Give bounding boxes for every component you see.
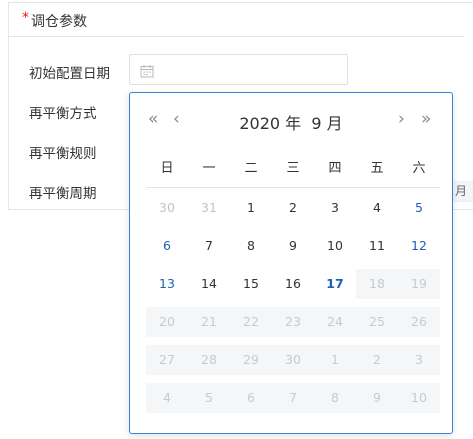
day-cell[interactable]: 14	[188, 269, 230, 299]
section-header: * 调仓参数	[8, 0, 464, 37]
day-cell: 25	[356, 307, 398, 337]
day-cell[interactable]: 5	[398, 193, 440, 223]
week-row: 6 7 8 9 10 11 12	[146, 229, 440, 267]
day-cell: 7	[272, 383, 314, 413]
weekday-mon: 一	[202, 161, 216, 176]
week-row: 13 14 15 16 17 18 19	[146, 267, 440, 305]
week-row: 20 21 22 23 24 25 26	[146, 305, 440, 343]
day-cell[interactable]: 10	[314, 231, 356, 261]
day-cell: 20	[146, 307, 188, 337]
day-cell: 28	[188, 345, 230, 375]
weekday-header-row: 日 一 二 三 四 五 六	[146, 158, 440, 188]
day-cell: 9	[356, 383, 398, 413]
weekday-sat: 六	[412, 161, 426, 176]
section-title: 调仓参数	[31, 14, 87, 30]
day-cell: 29	[230, 345, 272, 375]
weekday-thu: 四	[328, 161, 342, 176]
day-cell: 3	[398, 345, 440, 375]
date-picker-popup: « ‹ 2020 年 9 月 › » 日 一 二 三 四 五 六 30 31 1 2 3…	[129, 92, 453, 434]
day-cell: 24	[314, 307, 356, 337]
day-cell[interactable]: 8	[230, 231, 272, 261]
day-cell[interactable]: 1	[230, 193, 272, 223]
day-cell: 5	[188, 383, 230, 413]
day-cell[interactable]: 2	[272, 193, 314, 223]
year-label[interactable]: 2020 年	[239, 114, 301, 133]
weekday-fri: 五	[370, 161, 384, 176]
weekday-tue: 二	[244, 161, 258, 176]
weekday-wed: 三	[286, 161, 300, 176]
day-cell: 8	[314, 383, 356, 413]
day-cell: 2	[356, 345, 398, 375]
week-row: 30 31 1 2 3 4 5	[146, 191, 440, 229]
required-marker: *	[22, 10, 29, 26]
day-cell[interactable]: 16	[272, 269, 314, 299]
day-cell: 27	[146, 345, 188, 375]
week-row: 27 28 29 30 1 2 3	[146, 343, 440, 381]
day-cell[interactable]: 9	[272, 231, 314, 261]
weekday-sun: 日	[160, 161, 174, 176]
day-cell: 22	[230, 307, 272, 337]
rebalance-period-label: 再平衡周期	[29, 186, 97, 202]
day-cell: 10	[398, 383, 440, 413]
month-label[interactable]: 9 月	[311, 114, 342, 133]
next-year-icon[interactable]: »	[421, 109, 431, 129]
day-cell[interactable]: 30	[146, 193, 188, 223]
day-cell[interactable]: 11	[356, 231, 398, 261]
day-cell: 1	[314, 345, 356, 375]
day-cell[interactable]: 13	[146, 269, 188, 299]
day-cell: 30	[272, 345, 314, 375]
day-cell: 21	[188, 307, 230, 337]
day-cell: 4	[146, 383, 188, 413]
day-cell: 26	[398, 307, 440, 337]
day-cell[interactable]: 4	[356, 193, 398, 223]
day-cell[interactable]: 12	[398, 231, 440, 261]
rebalance-method-label: 再平衡方式	[29, 106, 97, 122]
day-cell[interactable]: 6	[146, 231, 188, 261]
day-cell[interactable]: 31	[188, 193, 230, 223]
rebalance-rule-label: 再平衡规则	[29, 146, 97, 162]
day-cell[interactable]: 15	[230, 269, 272, 299]
initial-date-label: 初始配置日期	[29, 66, 110, 82]
day-cell[interactable]: 3	[314, 193, 356, 223]
day-cell-today[interactable]: 17	[314, 269, 356, 299]
week-row: 4 5 6 7 8 9 10	[146, 381, 440, 419]
day-cell: 23	[272, 307, 314, 337]
date-picker-header: « ‹ 2020 年 9 月 › »	[130, 93, 452, 147]
day-cell: 18	[356, 269, 398, 299]
day-cell: 19	[398, 269, 440, 299]
day-cell: 6	[230, 383, 272, 413]
day-grid: 30 31 1 2 3 4 5 6 7 8 9 10 11 12 13 14 15 16 17 18 19 20 21 22 2…	[146, 191, 440, 419]
prev-year-icon[interactable]: «	[148, 109, 158, 129]
calendar-icon	[140, 63, 154, 82]
next-month-icon[interactable]: ›	[398, 109, 405, 129]
prev-month-icon[interactable]: ‹	[173, 109, 180, 129]
day-cell[interactable]: 7	[188, 231, 230, 261]
initial-date-input[interactable]	[129, 54, 348, 85]
